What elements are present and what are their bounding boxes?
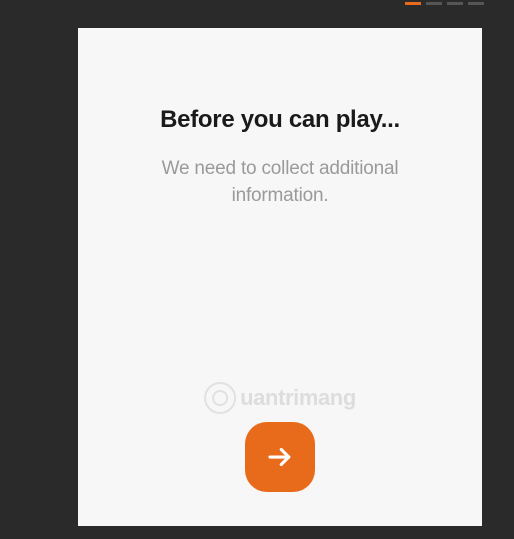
card-subtitle: We need to collect additional informatio… (112, 156, 448, 209)
card-title: Before you can play... (112, 106, 448, 134)
watermark-gear-icon (204, 382, 236, 414)
progress-step-1 (405, 2, 421, 5)
next-button[interactable] (245, 422, 315, 492)
progress-bar (405, 2, 484, 5)
progress-step-4 (468, 2, 484, 5)
arrow-right-icon (265, 442, 295, 472)
watermark-text: uantrimang (240, 385, 356, 411)
progress-step-3 (447, 2, 463, 5)
watermark: uantrimang (204, 382, 356, 414)
onboarding-card: Before you can play... We need to collec… (78, 28, 482, 526)
progress-step-2 (426, 2, 442, 5)
